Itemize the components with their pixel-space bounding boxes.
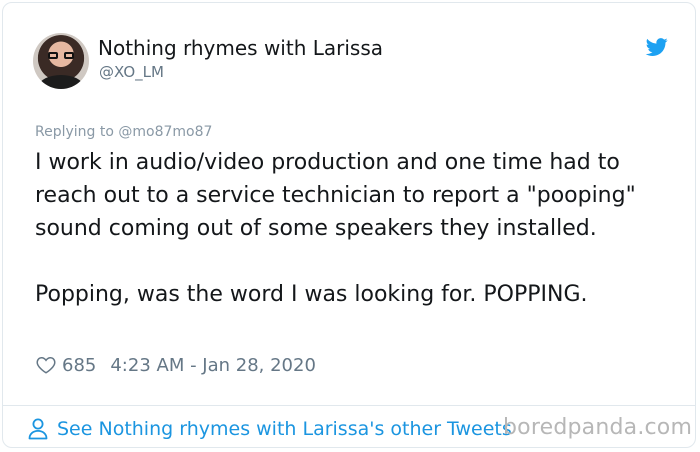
display-name[interactable]: Nothing rhymes with Larissa bbox=[98, 36, 383, 60]
other-tweets-link[interactable]: See Nothing rhymes with Larissa's other … bbox=[27, 417, 512, 441]
heart-icon[interactable] bbox=[35, 354, 57, 376]
avatar-shirt bbox=[39, 75, 83, 89]
avatar-glasses bbox=[48, 52, 74, 60]
tweet-text: I work in audio/video production and one… bbox=[35, 146, 675, 311]
embedded-tweet-card: Nothing rhymes with Larissa @XO_LM Reply… bbox=[2, 2, 696, 448]
twitter-bird-icon[interactable] bbox=[644, 36, 670, 58]
person-icon bbox=[28, 418, 48, 440]
tweet-paragraph: Popping, was the word I was looking for.… bbox=[35, 282, 588, 307]
divider bbox=[3, 405, 695, 406]
other-tweets-label[interactable]: See Nothing rhymes with Larissa's other … bbox=[57, 418, 512, 440]
timestamp[interactable]: 4:23 AM - Jan 28, 2020 bbox=[110, 355, 316, 376]
like-count[interactable]: 685 bbox=[62, 355, 96, 376]
avatar[interactable] bbox=[33, 33, 89, 89]
tweet-paragraph: I work in audio/video production and one… bbox=[35, 150, 636, 241]
watermark: boredpanda.com bbox=[503, 415, 693, 440]
replying-to[interactable]: Replying to @mo87mo87 bbox=[35, 124, 212, 140]
user-handle[interactable]: @XO_LM bbox=[99, 63, 164, 81]
tweet-meta: 685 4:23 AM - Jan 28, 2020 bbox=[35, 353, 316, 377]
